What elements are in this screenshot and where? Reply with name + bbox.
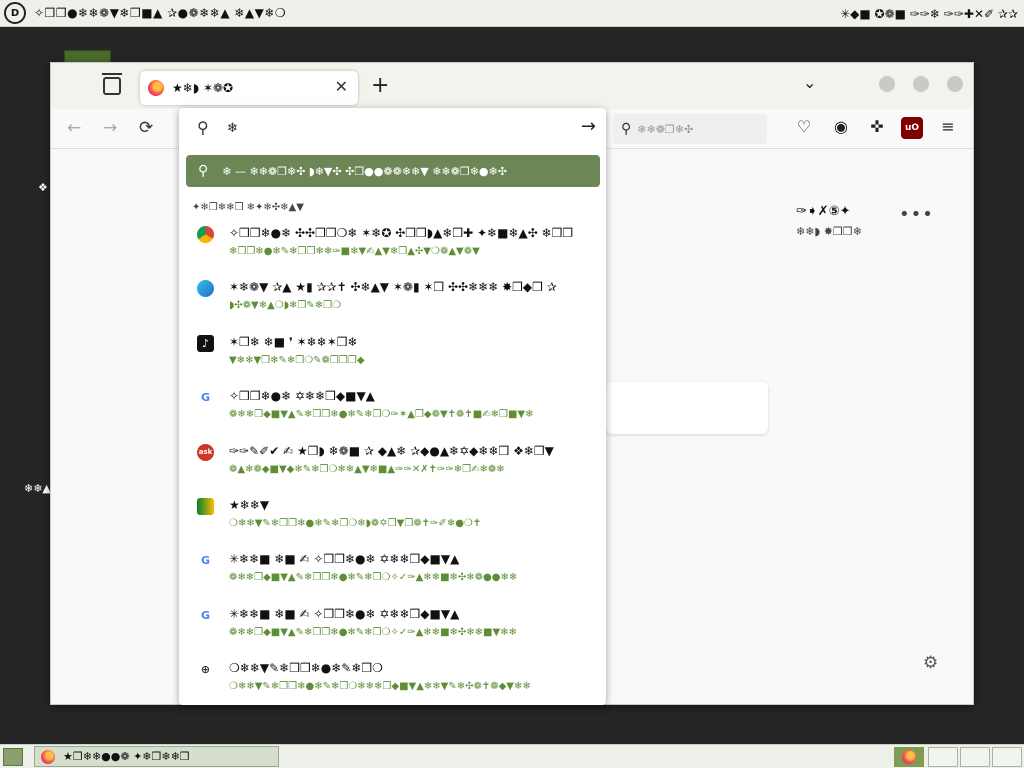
- content-card[interactable]: [606, 382, 768, 434]
- result-title: ✳❄❄■ ❄■ ✍ ✧❒❒❄●❄ ✡❄❄❒◆■▼▲: [229, 606, 460, 621]
- result-row[interactable]: ✶❄❁▼ ✰▲ ★▮ ✰✰✝ ✣❄▲▼ ✶❁▮ ✶❒ ✣✣❄❄❄ ✸❒◆❒ ✰ ◗…: [179, 274, 606, 328]
- extensions-icon[interactable]: ✜: [866, 117, 888, 139]
- tab-title: ★❄◗ ✶❁✪: [172, 81, 234, 95]
- new-tab-button[interactable]: +: [371, 73, 389, 98]
- results-list: ✧❒❒❄●❄ ✣✣❒❒❍❄ ✶❄✪ ✣❒❒◗▲❄❒✚ ✦❄■❄▲✣ ❄❒❒ ❄❒❒…: [179, 220, 606, 705]
- go-arrow-icon[interactable]: →: [581, 116, 596, 137]
- chevron-down-icon[interactable]: ⌄: [803, 73, 816, 92]
- suggestion-text: ❄ — ❄❄❁❒❄✣ ◗❄▼✣ ✣❒●●❁❁❄❄▼ ❄❄❁❒❄●❄✣: [222, 164, 507, 178]
- globe-icon: ⊕: [197, 661, 214, 679]
- app-menu[interactable]: ✧❒❒●❄❄❁▼❄❒■▲ ✰●❁❄❄▲ ❄▲▼❄❍: [34, 6, 286, 20]
- tiktok-icon: ♪: [197, 334, 214, 352]
- maximize-button[interactable]: [913, 76, 929, 92]
- tray-firefox-icon[interactable]: [894, 747, 924, 767]
- ask-icon: ask: [197, 443, 214, 461]
- result-title: ✑✑✎✐✔ ✍ ★❒◗ ❄❁■ ✰ ◆▲❄ ✰◆●▲❄✡◆❄❄❒ ❖❄❒▼: [229, 443, 554, 458]
- result-title: ✶❒❄ ❄■ ❜ ✶❄❄✶❒❄: [229, 334, 358, 349]
- result-row[interactable]: G ✳❄❄■ ❄■ ✍ ✧❒❒❄●❄ ✡❄❄❒◆■▼▲ ❁❄❄❒◆■▼▲✎❄❒❒❄●…: [179, 546, 606, 600]
- workspace-2[interactable]: [928, 747, 958, 767]
- taskbar-item-firefox[interactable]: ★❒❄❄●●❁ ✦❄❒❄❄❒: [34, 746, 279, 767]
- result-title: ✳❄❄■ ❄■ ✍ ✧❒❒❄●❄ ✡❄❄❒◆■▼▲: [229, 552, 460, 567]
- task-label: ★❒❄❄●●❁ ✦❄❒❄❄❒: [63, 750, 190, 763]
- close-tab-icon[interactable]: ✕: [335, 77, 348, 96]
- menu-icon[interactable]: ≡: [937, 117, 959, 139]
- account-icon[interactable]: ◉: [830, 117, 852, 139]
- result-url: ❁❄❄❒◆■▼▲✎❄❒❒❄●❄✎❄❒❍✧✓✑▲❄❄■❄✣❄❄■▼❄❄: [229, 626, 517, 638]
- minimize-button[interactable]: [879, 76, 895, 92]
- result-title: ✧❒❒❄●❄ ✣✣❒❒❍❄ ✶❄✪ ✣❒❒◗▲❄❒✚ ✦❄■❄▲✣ ❄❒❒: [229, 226, 574, 240]
- close-window-button[interactable]: [947, 76, 963, 92]
- result-row[interactable]: G ✧❒❒❄●❄ ✡❄❄❒◆■▼▲ ❁❄❄❒◆■▼▲✎❄❒❒❄●❄✎❄❒❍✑✶▲❒◆…: [179, 383, 606, 437]
- result-url: ❁❄❄❒◆■▼▲✎❄❒❒❄●❄✎❄❒❍✧✓✑▲❄❄■❄✣❄❁●●❄❄: [229, 572, 518, 584]
- edge-icon: [197, 280, 214, 298]
- system-top-bar: D ✧❒❒●❄❄❁▼❄❒■▲ ✰●❁❄❄▲ ❄▲▼❄❍ ✳◆■ ✪❁■ ✑✑❄ …: [0, 0, 1024, 27]
- chrome-icon: [197, 226, 214, 243]
- result-url: ◗✣❁▼❄▲❍◗❄❒✎❄❒❍: [229, 300, 342, 312]
- firefox-icon: [148, 80, 164, 96]
- search-icon: ⚲: [197, 118, 209, 137]
- search-icon: ⚲: [198, 163, 209, 179]
- result-row[interactable]: G ✳❄❄■ ❄■ ✍ ✧❒❒❄●❄ ✡❄❄❒◆■▼▲ ❁❄❄❒◆■▼▲✎❄❒❒❄●…: [179, 601, 606, 655]
- back-icon[interactable]: ←: [67, 118, 81, 138]
- url-input[interactable]: [227, 118, 557, 138]
- firefox-icon: [41, 749, 55, 764]
- result-title: ✶❄❁▼ ✰▲ ★▮ ✰✰✝ ✣❄▲▼ ✶❁▮ ✶❒ ✣✣❄❄❄ ✸❒◆❒ ✰: [229, 280, 557, 295]
- workspace-3[interactable]: [960, 747, 990, 767]
- tab-strip: ★❄◗ ✶❁✪ ✕ + ⌄: [51, 63, 973, 109]
- result-row[interactable]: ask ✑✑✎✐✔ ✍ ★❒◗ ❄❁■ ✰ ◆▲❄ ✰◆●▲❄✡◆❄❄❒ ❖❄❒▼…: [179, 438, 606, 492]
- result-url: ❁▲❄❁◆■▼◆❄✎❄❒❍❄❄▲▼❄■▲✑✑✕✗✝✑✑❄❒✍❄❁❄: [229, 463, 505, 475]
- search-icon: ⚲: [621, 121, 632, 137]
- result-url: ❍❄❄▼✎❄❒❒❄●❄✎❄❒❍❄❄❄❒◆■▼▲❄❄▼✎❄✣❁✝❁◆▼❄❄: [229, 681, 531, 693]
- firefox-icon: [902, 750, 916, 764]
- search-bar[interactable]: ⚲ ❄❄❁❒❄✣: [613, 114, 767, 144]
- urlbar: ⚲ →: [179, 108, 606, 148]
- result-title: ★❄❄▼: [229, 497, 270, 512]
- shortcut-title[interactable]: ✑➧✗⑤✦: [796, 204, 851, 219]
- shortcut-subtitle: ❄❄◗ ✸❒❒❄: [796, 225, 862, 238]
- firefox-view-icon[interactable]: [102, 73, 122, 95]
- tab-active[interactable]: ★❄◗ ✶❁✪ ✕: [140, 71, 358, 105]
- result-row[interactable]: ★❄❄▼ ❍❄❄▼✎❄❒❒❄●❄✎❄❒❍❄◗❁✡❒▼❒❁✝✑✐❄●❍✝: [179, 492, 606, 546]
- result-url: ❄❒❒❄●❄✎❄❒❒❄❄✑■❄▼✍▲▼❄❒▲✣▼❍❁▲▼❁▼: [229, 246, 480, 257]
- workspace-4[interactable]: [992, 747, 1022, 767]
- google-icon: G: [197, 606, 214, 624]
- search-placeholder: ❄❄❁❒❄✣: [637, 122, 694, 136]
- gear-icon[interactable]: ⚙: [923, 653, 938, 673]
- launcher-icon[interactable]: [3, 748, 23, 766]
- result-row[interactable]: ✧❒❒❄●❄ ✣✣❒❒❍❄ ✶❄✪ ✣❒❒◗▲❄❒✚ ✦❄■❄▲✣ ❄❒❒ ❄❒❒…: [179, 220, 606, 274]
- result-title: ✧❒❒❄●❄ ✡❄❄❒◆■▼▲: [229, 389, 375, 404]
- ublock-icon[interactable]: uO: [901, 117, 923, 139]
- result-row[interactable]: ⊕ ❍❄❄▼✎❄❒❒❄●❄✎❄❒❍ ❍❄❄▼✎❄❒❒❄●❄✎❄❒❍❄❄❄❒◆■▼▲❄…: [179, 655, 606, 705]
- google-icon: G: [197, 552, 214, 570]
- more-icon[interactable]: •••: [899, 204, 934, 225]
- result-title: ❍❄❄▼✎❄❒❒❄●❄✎❄❒❍: [229, 661, 383, 676]
- system-logo-icon[interactable]: D: [4, 2, 26, 24]
- taskbar: ★❒❄❄●●❁ ✦❄❒❄❄❒: [0, 744, 1024, 768]
- result-url: ▼❄❄▼❒❄✎❄❒❍✎❁❒❒❒◆: [229, 354, 365, 366]
- result-url: ❁❄❄❒◆■▼▲✎❄❒❒❄●❄✎❄❒❍✑✶▲❒◆❁▼✝❁✝■✍❄❒■▼❄: [229, 409, 534, 421]
- urlbar-dropdown: ⚲ → ⚲ ❄ — ❄❄❁❒❄✣ ◗❄▼✣ ✣❒●●❁❁❄❄▼ ❄❄❁❒❄●❄✣…: [179, 108, 606, 705]
- google-icon: G: [197, 389, 214, 407]
- gmeet-icon: [197, 497, 214, 515]
- desktop-label: ❖: [38, 181, 48, 194]
- reload-icon[interactable]: ⟳: [139, 118, 153, 138]
- search-suggestion-selected[interactable]: ⚲ ❄ — ❄❄❁❒❄✣ ◗❄▼✣ ✣❒●●❁❁❄❄▼ ❄❄❁❒❄●❄✣: [186, 155, 600, 187]
- pocket-icon[interactable]: ♡: [793, 117, 815, 139]
- desktop-label: ❄❄▲: [24, 482, 51, 495]
- system-tray[interactable]: ✳◆■ ✪❁■ ✑✑❄ ✑✑✚✕✐ ✰✰: [840, 0, 1018, 27]
- forward-icon[interactable]: →: [103, 118, 117, 138]
- result-row[interactable]: ♪ ✶❒❄ ❄■ ❜ ✶❄❄✶❒❄ ▼❄❄▼❒❄✎❄❒❍✎❁❒❒❒◆: [179, 329, 606, 383]
- section-heading: ✦❄❒❄❄❒ ❄✦❄✣❄▲▼: [192, 202, 304, 213]
- result-url: ❍❄❄▼✎❄❒❒❄●❄✎❄❒❍❄◗❁✡❒▼❒❁✝✑✐❄●❍✝: [229, 517, 482, 529]
